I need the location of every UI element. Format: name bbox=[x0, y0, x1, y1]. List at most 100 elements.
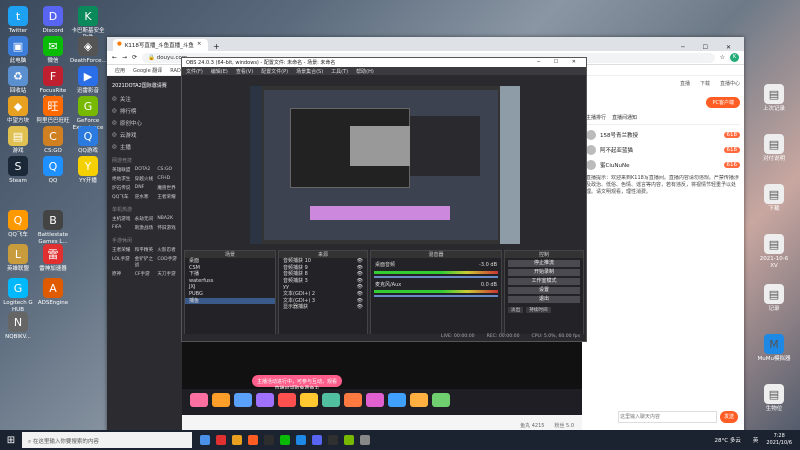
transition-item[interactable]: 持续时间 bbox=[526, 307, 551, 313]
obs-menu-item[interactable]: 帮助(H) bbox=[356, 68, 374, 75]
obs-preview[interactable] bbox=[250, 86, 520, 244]
desktop-icon[interactable]: L 英雄联盟 bbox=[0, 244, 36, 273]
taskbar-app-icon[interactable] bbox=[216, 435, 226, 445]
ranking-row[interactable]: 158号青兰教授 618 bbox=[586, 130, 740, 140]
forward-icon[interactable]: → bbox=[122, 54, 127, 61]
ime-indicator[interactable]: 英 bbox=[753, 436, 759, 444]
obs-menu-item[interactable]: 文件(F) bbox=[186, 68, 203, 75]
category-link[interactable]: 火影忍者 bbox=[157, 247, 177, 253]
send-button[interactable]: 发送 bbox=[720, 411, 738, 423]
taskbar-app-icon[interactable] bbox=[296, 435, 306, 445]
header-link[interactable]: 直播中心 bbox=[720, 80, 740, 87]
gift-prompt[interactable]: 主播活动进行中，可参与互动，观看直播可领取免费鱼丸 bbox=[252, 375, 342, 392]
category-link[interactable]: 穿越火线 bbox=[135, 176, 155, 182]
eye-icon[interactable]: 👁 bbox=[357, 284, 363, 291]
category-link[interactable]: 王者荣耀 bbox=[157, 194, 177, 200]
source-item[interactable]: 显示器捕获 👁 bbox=[279, 304, 367, 311]
category-link[interactable]: 天刀手游 bbox=[157, 271, 177, 277]
scene-item[interactable]: 下播 bbox=[185, 271, 275, 278]
gift-icon[interactable] bbox=[278, 393, 296, 407]
weather[interactable]: 28°C 多云 bbox=[715, 436, 741, 444]
bookmark-item[interactable]: Google 翻译 bbox=[133, 67, 162, 74]
gift-icon[interactable] bbox=[300, 393, 318, 407]
obs-window-controls[interactable]: ─ ☐ ✕ bbox=[537, 59, 582, 66]
category-link[interactable]: CS:GO bbox=[157, 167, 177, 173]
category-link[interactable]: 金铲铲之战 bbox=[135, 256, 155, 268]
channel-title[interactable]: 2021DOTA2国际邀请赛 bbox=[112, 82, 177, 89]
eye-icon[interactable]: 👁 bbox=[357, 265, 363, 272]
obs-menu-item[interactable]: 场景集合(S) bbox=[296, 68, 323, 75]
scene-item[interactable]: 捕鱼 bbox=[185, 297, 275, 305]
reload-icon[interactable]: ⟳ bbox=[132, 54, 137, 61]
desktop-icon[interactable]: A ADSEngine bbox=[35, 278, 71, 307]
right-tab[interactable]: 主播排行 bbox=[586, 114, 606, 121]
right-tab[interactable]: 直播间通知 bbox=[612, 114, 637, 121]
desktop-icon[interactable]: 雷雷神加速器 bbox=[35, 244, 71, 273]
desktop-icon[interactable]: ◆ 中望方块 bbox=[0, 96, 36, 125]
header-link[interactable]: 直播 bbox=[680, 80, 690, 87]
desktop-icon[interactable]: ◈ DeathForce... bbox=[70, 36, 107, 65]
category-link[interactable]: QQ飞车 bbox=[112, 194, 132, 200]
desktop-icon[interactable]: S Steam bbox=[0, 156, 36, 185]
desktop-icon[interactable]: ▣ 此电脑 bbox=[0, 36, 36, 65]
category-link[interactable]: NBA2K bbox=[157, 216, 177, 222]
gift-icon[interactable] bbox=[190, 393, 208, 407]
nav-item[interactable]: ◎ 云游戏 bbox=[112, 131, 177, 139]
obs-control-button[interactable]: 停止推流 bbox=[508, 260, 580, 267]
window-controls[interactable]: ─ ☐ ✕ bbox=[676, 44, 744, 51]
taskbar-app-icon[interactable] bbox=[328, 435, 338, 445]
desktop-icon[interactable]: ▤ 游戏 bbox=[0, 126, 36, 155]
category-link[interactable]: 刺激战场 bbox=[135, 225, 155, 231]
category-link[interactable]: CFHD bbox=[157, 176, 177, 182]
category-link[interactable]: 逆水寒 bbox=[135, 194, 155, 200]
taskbar-app-icon[interactable] bbox=[264, 435, 274, 445]
category-link[interactable]: 原神 bbox=[112, 271, 132, 277]
gift-icon[interactable] bbox=[410, 393, 428, 407]
ranking-row[interactable]: 蜜CiuNuNe 616 bbox=[586, 160, 740, 170]
source-item[interactable]: 音频捕获 3 👁 bbox=[279, 278, 367, 285]
new-tab-button[interactable]: + bbox=[208, 42, 225, 51]
desktop-icon[interactable]: ♻ 回收站 bbox=[0, 66, 36, 95]
desktop-icon[interactable]: Q QQ游戏 bbox=[70, 126, 106, 155]
clock-time[interactable]: 7:28 bbox=[766, 433, 792, 440]
obs-menu-item[interactable]: 工具(T) bbox=[331, 68, 348, 75]
category-link[interactable]: 炉石传说 bbox=[112, 185, 132, 191]
category-link[interactable]: DOTA2 bbox=[135, 167, 155, 173]
desktop-icon[interactable]: D Discord bbox=[35, 6, 71, 35]
nav-item[interactable]: ◎ 关注 bbox=[112, 95, 177, 103]
obs-control-button[interactable]: 设置 bbox=[508, 287, 580, 294]
profile-avatar[interactable]: K bbox=[730, 53, 739, 62]
obs-menu-item[interactable]: 编辑(E) bbox=[211, 68, 228, 75]
chat-input[interactable] bbox=[618, 411, 717, 423]
desktop-icon[interactable]: 旺阿里巴巴旺旺 bbox=[35, 96, 71, 125]
desktop-icon[interactable]: ▤ 生物位 bbox=[756, 384, 792, 413]
header-link[interactable]: 下载 bbox=[700, 80, 710, 87]
volume-slider[interactable] bbox=[374, 275, 498, 278]
desktop-icon[interactable]: M MuMu模拟器 bbox=[756, 334, 792, 363]
category-link[interactable]: CF手游 bbox=[135, 271, 155, 277]
desktop-icon[interactable]: t Twitter bbox=[0, 6, 36, 35]
obs-control-button[interactable]: 退出 bbox=[508, 296, 580, 303]
nav-item[interactable]: ◎ 主播 bbox=[112, 143, 177, 151]
eye-icon[interactable]: 👁 bbox=[357, 271, 363, 278]
eye-icon[interactable]: 👁 bbox=[357, 304, 363, 311]
taskbar-app-icon[interactable] bbox=[248, 435, 258, 445]
desktop-icon[interactable]: Q QQ飞车 bbox=[0, 210, 36, 239]
desktop-icon[interactable]: Q QQ bbox=[35, 156, 71, 185]
obs-control-button[interactable]: 工作室模式 bbox=[508, 278, 580, 285]
taskbar-search[interactable]: ⌕ 在这里输入你要搜索的内容 bbox=[22, 432, 192, 448]
category-link[interactable]: COD手游 bbox=[157, 256, 177, 268]
volume-slider[interactable] bbox=[374, 295, 498, 298]
taskbar-app-icon[interactable] bbox=[200, 435, 210, 445]
desktop-icon[interactable]: ▤ 对付说明 bbox=[756, 134, 792, 163]
desktop-icon[interactable]: ✉ 微信 bbox=[35, 36, 71, 65]
gift-icon[interactable] bbox=[432, 393, 450, 407]
scene-item[interactable]: JXJ bbox=[185, 284, 275, 291]
source-item[interactable]: 音频捕获 8 👁 bbox=[279, 271, 367, 278]
category-link[interactable]: 英雄联盟 bbox=[112, 167, 132, 173]
desktop-icon[interactable]: ▤ 下载 bbox=[756, 184, 792, 213]
back-icon[interactable]: ← bbox=[112, 54, 117, 61]
category-link[interactable]: 怀旧游戏 bbox=[157, 225, 177, 231]
gift-icon[interactable] bbox=[234, 393, 252, 407]
gift-icon[interactable] bbox=[212, 393, 230, 407]
